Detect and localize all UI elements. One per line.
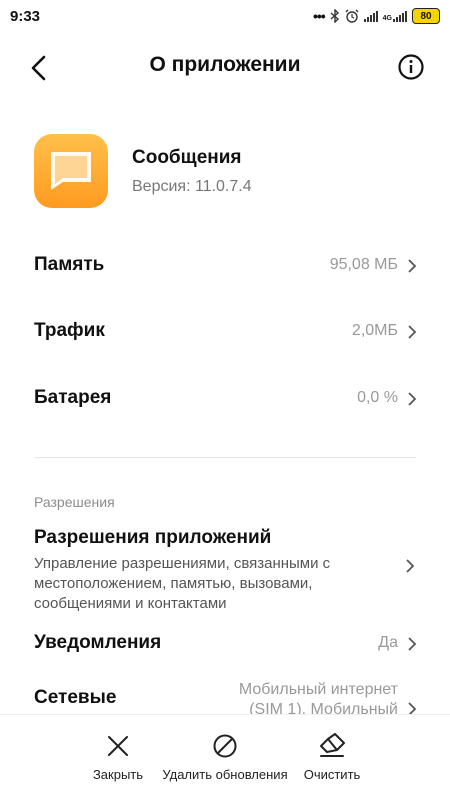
uninstall-updates-button[interactable]: Удалить обновления — [158, 733, 292, 782]
uninstall-updates-label: Удалить обновления — [162, 767, 288, 782]
eraser-icon — [320, 733, 345, 757]
close-label: Закрыть — [92, 767, 144, 782]
block-icon — [213, 734, 237, 758]
network-value-line2: (SIM 1), Мобильный — [249, 701, 398, 715]
clear-label: Очистить — [303, 767, 361, 782]
network-value-line1: Мобильный интернет — [238, 681, 398, 698]
chevron-right-icon — [408, 702, 417, 715]
network-label: Сетевые — [34, 687, 117, 708]
network-value: Мобильный интернет (SIM 1), Мобильный — [198, 680, 398, 715]
network-row-clip: Сетевые Мобильный интернет (SIM 1), Моби… — [0, 0, 450, 715]
close-icon — [108, 736, 128, 756]
bottom-action-bar: Закрыть Удалить обновления Очистить — [0, 715, 450, 800]
clear-button[interactable]: Очистить — [300, 733, 364, 782]
close-button[interactable]: Закрыть — [88, 733, 148, 782]
